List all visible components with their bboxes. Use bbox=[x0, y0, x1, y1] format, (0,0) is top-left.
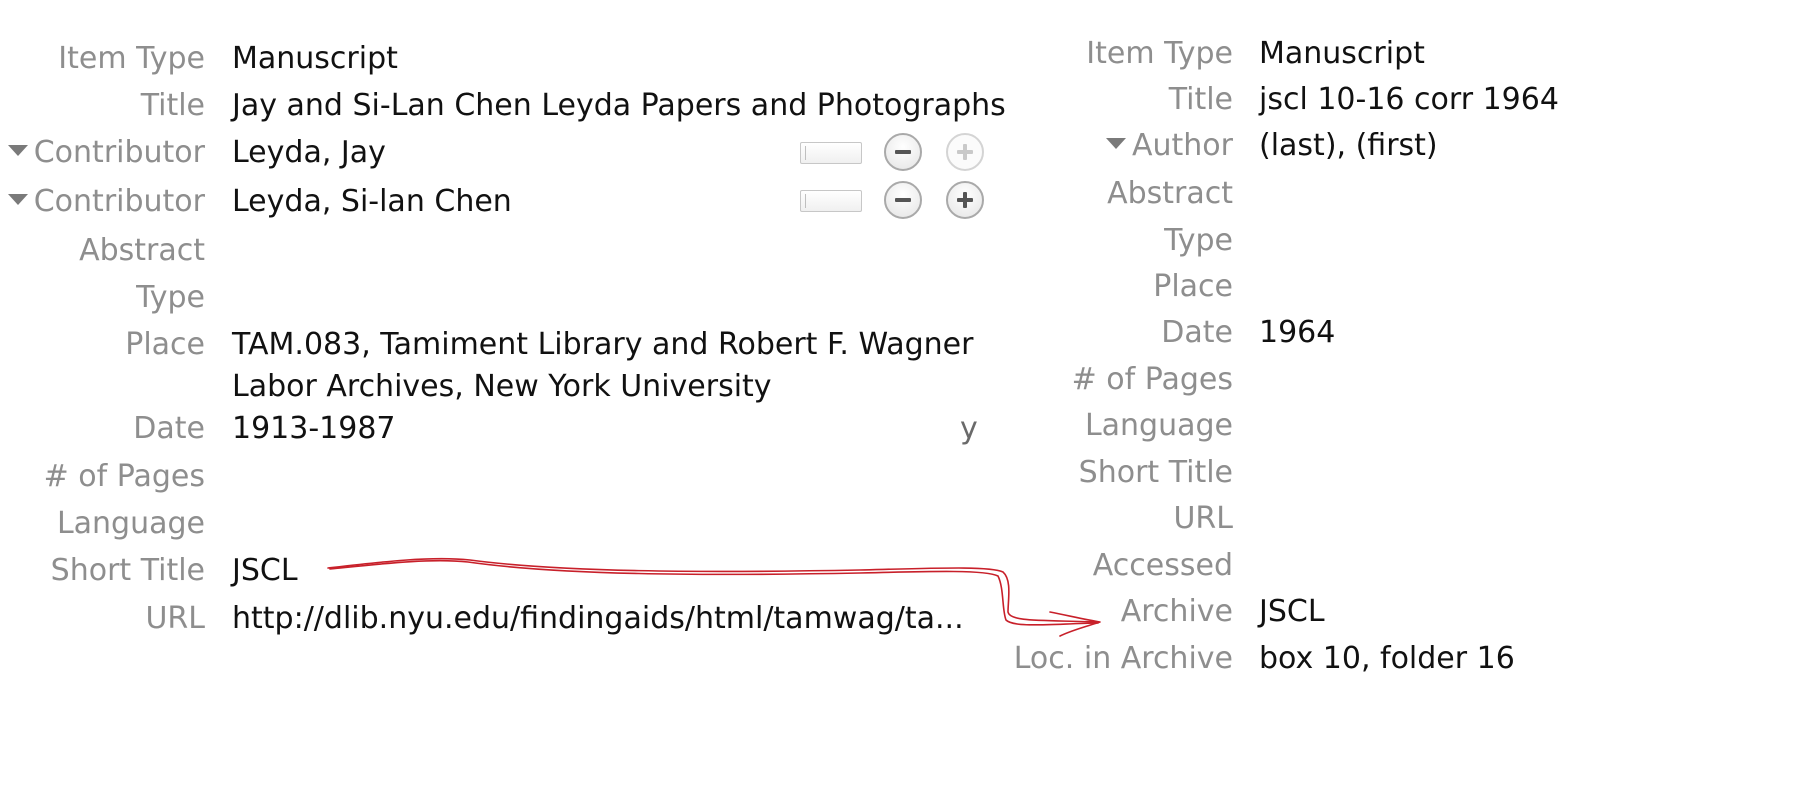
minus-icon bbox=[895, 150, 911, 154]
add-creator-button[interactable] bbox=[946, 181, 984, 219]
disclosure-triangle-icon[interactable] bbox=[7, 194, 28, 205]
value-short-title[interactable]: JSCL bbox=[232, 551, 298, 591]
label-short-title: Short Title bbox=[1078, 455, 1233, 490]
value-item-type[interactable]: Manuscript bbox=[232, 39, 398, 79]
label-type: Type bbox=[1164, 223, 1233, 258]
label-language: Language bbox=[1084, 408, 1233, 443]
label-author[interactable]: Author bbox=[1000, 126, 1233, 166]
value-archive[interactable]: JSCL bbox=[1259, 592, 1325, 632]
label-date: Date bbox=[1161, 315, 1233, 350]
label-date: Date bbox=[133, 411, 205, 446]
label-type: Type bbox=[136, 280, 205, 315]
label-url: URL bbox=[145, 601, 205, 636]
label-item-type: Item Type bbox=[1086, 36, 1233, 71]
label-pages: # of Pages bbox=[43, 459, 205, 494]
label-pages: # of Pages bbox=[1071, 362, 1233, 397]
label-abstract: Abstract bbox=[79, 233, 205, 268]
value-title[interactable]: jscl 10-16 corr 1964 bbox=[1259, 80, 1559, 120]
value-contributor-2[interactable]: Leyda, Si-lan Chen bbox=[232, 182, 512, 222]
label-language: Language bbox=[56, 506, 205, 541]
label-place: Place bbox=[125, 327, 205, 362]
value-date[interactable]: 1964 bbox=[1259, 313, 1335, 353]
label-contributor-text: Contributor bbox=[33, 135, 205, 170]
value-author[interactable]: (last), (first) bbox=[1259, 126, 1438, 166]
date-format-indicator: y bbox=[960, 411, 978, 446]
add-creator-button[interactable] bbox=[946, 133, 984, 171]
label-url: URL bbox=[1173, 501, 1233, 536]
value-date[interactable]: 1913-1987 bbox=[232, 409, 396, 449]
label-contributor[interactable]: Contributor bbox=[0, 182, 205, 222]
minus-icon bbox=[895, 198, 911, 202]
remove-creator-button[interactable] bbox=[884, 133, 922, 171]
remove-creator-button[interactable] bbox=[884, 181, 922, 219]
name-field-mode-toggle[interactable] bbox=[800, 142, 862, 164]
label-contributor[interactable]: Contributor bbox=[0, 133, 205, 173]
label-archive: Archive bbox=[1120, 594, 1233, 629]
label-title: Title bbox=[1168, 82, 1233, 117]
value-contributor-1[interactable]: Leyda, Jay bbox=[232, 133, 386, 173]
label-abstract: Abstract bbox=[1107, 176, 1233, 211]
label-contributor-text: Contributor bbox=[33, 184, 205, 219]
label-place: Place bbox=[1153, 269, 1233, 304]
right-item-pane: Item Type Manuscript Title jscl 10-16 co… bbox=[1000, 0, 1793, 802]
left-item-pane: Item Type Manuscript Title Jay and Si-La… bbox=[0, 0, 1006, 802]
label-title: Title bbox=[140, 88, 205, 123]
name-field-mode-toggle[interactable] bbox=[800, 190, 862, 212]
label-accessed: Accessed bbox=[1092, 548, 1233, 583]
value-item-type[interactable]: Manuscript bbox=[1259, 34, 1425, 74]
label-loc-in-archive: Loc. in Archive bbox=[1013, 641, 1233, 676]
disclosure-triangle-icon[interactable] bbox=[1105, 138, 1126, 149]
label-author-text: Author bbox=[1131, 128, 1233, 163]
value-loc-in-archive[interactable]: box 10, folder 16 bbox=[1259, 639, 1515, 679]
label-item-type: Item Type bbox=[58, 41, 205, 76]
disclosure-triangle-icon[interactable] bbox=[7, 145, 28, 156]
plus-icon bbox=[957, 192, 973, 208]
value-url[interactable]: http://dlib.nyu.edu/findingaids/html/tam… bbox=[232, 599, 977, 639]
value-place[interactable]: TAM.083, Tamiment Library and Robert F. … bbox=[232, 324, 992, 408]
value-title[interactable]: Jay and Si-Lan Chen Leyda Papers and Pho… bbox=[232, 86, 1006, 126]
label-short-title: Short Title bbox=[50, 553, 205, 588]
plus-icon bbox=[957, 144, 973, 160]
